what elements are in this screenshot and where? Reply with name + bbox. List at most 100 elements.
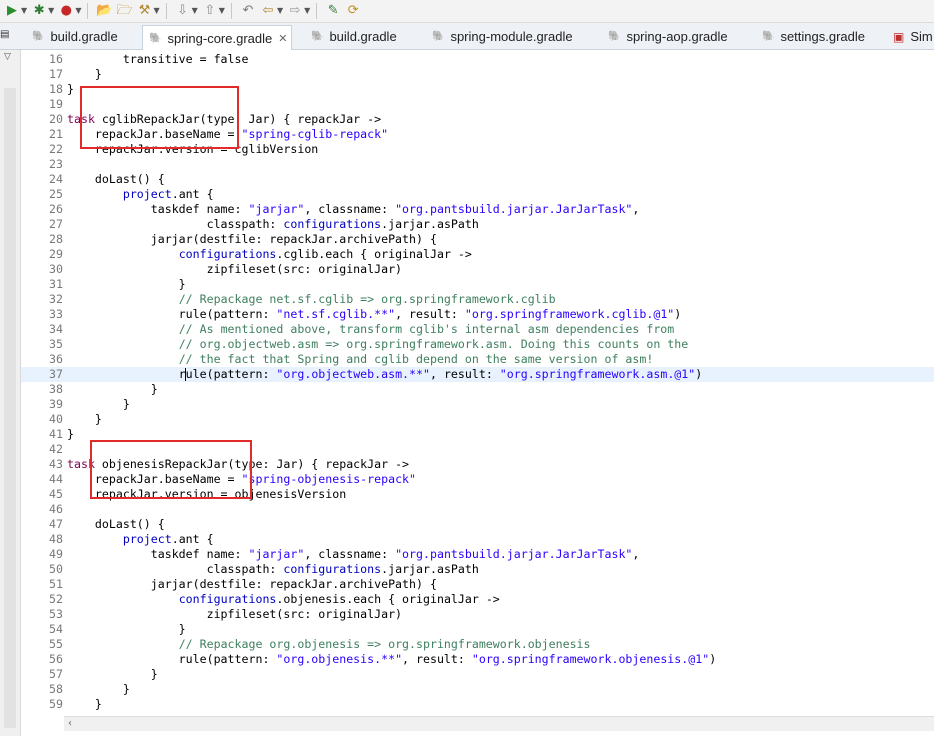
line-number: 59 — [49, 697, 63, 711]
code-text: } — [67, 622, 186, 637]
code-token: } — [67, 67, 102, 81]
dropdown-arrow-icon[interactable]: ▼ — [75, 2, 81, 20]
code-token: // the fact that Spring and cglib depend… — [178, 352, 654, 366]
dropdown-arrow-icon[interactable]: ▼ — [304, 2, 310, 20]
view-menu-icon[interactable]: ▤ — [0, 29, 9, 40]
debug-button[interactable]: ✱ ▼ — [31, 2, 55, 20]
code-text: // the fact that Spring and cglib depend… — [67, 352, 654, 367]
code-token: zipfileset(src: originalJar) — [67, 607, 403, 621]
code-token: classpath: — [67, 562, 284, 576]
run-button[interactable]: ▶ ▼ — [4, 2, 27, 20]
sync-button[interactable]: ⟳ — [345, 2, 361, 20]
code-text: } — [67, 277, 186, 292]
prev-annotation-button[interactable]: ⇧ ▼ — [202, 2, 225, 20]
line-number: 40 — [49, 412, 63, 426]
dropdown-arrow-icon[interactable]: ▼ — [48, 2, 54, 20]
code-token: jarjar(destfile: repackJar.archivePath) … — [67, 232, 437, 246]
code-token: } — [67, 277, 186, 291]
code-line: 23 — [21, 157, 934, 172]
code-text: // As mentioned above, transform cglib's… — [67, 322, 675, 337]
code-text: } — [67, 412, 102, 427]
dropdown-arrow-icon[interactable]: ▼ — [192, 2, 198, 20]
gradle-file-icon: 🐘 — [32, 31, 45, 42]
left-scrollbar[interactable] — [4, 88, 16, 728]
tab-label: spring-aop.gradle — [626, 29, 728, 44]
code-line: 17 } — [21, 67, 934, 82]
open-folder-button[interactable]: 📂 — [96, 2, 112, 20]
editor-tab[interactable]: 🐘 spring-core.gradle ✕ — [142, 25, 293, 50]
code-line: 48 project.ant { — [21, 532, 934, 547]
gradle-file-icon: 🐘 — [608, 31, 621, 42]
back-button[interactable]: ⇦ ▼ — [260, 2, 283, 20]
line-number: 19 — [49, 97, 63, 111]
code-line: 39 } — [21, 397, 934, 412]
code-text: // Repackage org.objenesis => org.spring… — [67, 637, 591, 652]
code-token: , classname: — [304, 547, 396, 561]
horizontal-scrollbar[interactable]: ‹ — [64, 716, 934, 731]
gradle-file-icon: 🐘 — [432, 31, 445, 42]
next-annotation-button[interactable]: ⇩ ▼ — [175, 2, 198, 20]
line-number: 55 — [49, 637, 63, 651]
gradle-file-icon: 🐘 — [762, 31, 775, 42]
editor-tab[interactable]: 🐘 spring-module.gradle — [432, 25, 573, 48]
tab-label: Sim — [910, 29, 933, 44]
code-text: jarjar(destfile: repackJar.archivePath) … — [67, 232, 437, 247]
code-token: "org.objenesis.**" — [276, 652, 403, 666]
code-line: 49 taskdef name: "jarjar", classname: "o… — [21, 547, 934, 562]
line-number: 37 — [49, 367, 63, 381]
sync-icon: ⟳ — [347, 3, 359, 18]
editor-tab[interactable]: 🐘 spring-aop.gradle — [608, 25, 728, 48]
open-project-button[interactable]: 🗁 — [116, 2, 132, 20]
code-text: // Repackage net.sf.cglib => org.springf… — [67, 292, 556, 307]
code-editor[interactable]: 16 transitive = false 17 } 18} 19 20 task cgl… — [21, 50, 934, 716]
code-token: r — [67, 367, 186, 381]
forward-button[interactable]: ⇨ ▼ — [287, 2, 311, 20]
code-token: ule(pattern: — [185, 367, 277, 381]
dropdown-arrow-icon[interactable]: ▼ — [153, 2, 159, 20]
code-text: zipfileset(src: originalJar) — [67, 607, 402, 622]
code-token: } — [67, 82, 74, 96]
code-token: } — [67, 667, 158, 681]
pin-editor-button[interactable]: ✎ — [325, 2, 341, 20]
prev-annotation-icon: ⇧ — [204, 3, 216, 18]
last-edit-button[interactable]: ↶ — [240, 2, 256, 20]
code-token: rule(pattern: — [67, 652, 277, 666]
dropdown-arrow-icon[interactable]: ▼ — [277, 2, 283, 20]
external-tools-button[interactable]: ● ▼ — [58, 2, 82, 20]
code-token: } — [67, 412, 102, 426]
editor-tab[interactable]: ▣ Sim — [893, 25, 933, 48]
editor-tab[interactable]: 🐘 build.gradle — [311, 25, 397, 48]
scroll-left-arrow-icon[interactable]: ‹ — [68, 717, 72, 731]
code-line: 36 // the fact that Spring and cglib dep… — [21, 352, 934, 367]
code-line: 53 zipfileset(src: originalJar) — [21, 607, 934, 622]
code-line: 31 } — [21, 277, 934, 292]
java-file-icon: ▣ — [893, 29, 905, 44]
code-token: } — [67, 697, 102, 711]
editor-tab[interactable]: 🐘 build.gradle — [32, 25, 118, 48]
close-tab-icon[interactable]: ✕ — [278, 32, 287, 45]
main-toolbar: ▶ ▼ ✱ ▼ ● ▼ 📂 🗁 ⚒ ▼ ⇩ ▼ ⇧ ▼ ↶ ⇦ ▼ ⇨ ▼ ✎ ⟳ — [0, 0, 934, 23]
code-token: // Repackage org.objenesis => org.spring… — [178, 637, 591, 651]
code-token: taskdef name: — [67, 202, 249, 216]
code-token: "org.springframework.objenesis.@1" — [471, 652, 710, 666]
code-text: } — [67, 667, 158, 682]
editor-tab[interactable]: 🐘 settings.gradle — [762, 25, 865, 48]
code-line: 24 doLast() { — [21, 172, 934, 187]
external-tools-icon: ● — [60, 3, 72, 18]
line-number: 46 — [49, 502, 63, 516]
annotation-box-cglib — [80, 86, 239, 149]
tools-button[interactable]: ⚒ ▼ — [136, 2, 160, 20]
dropdown-arrow-icon[interactable]: ▼ — [219, 2, 225, 20]
code-token: rule(pattern: — [67, 307, 277, 321]
toolbar-separator — [165, 3, 167, 19]
code-token: "net.sf.cglib.**" — [276, 307, 396, 321]
code-line: 40 } — [21, 412, 934, 427]
code-text: jarjar(destfile: repackJar.archivePath) … — [67, 577, 437, 592]
collapse-arrow-icon[interactable]: ▽ — [4, 52, 11, 62]
dropdown-arrow-icon[interactable]: ▼ — [21, 2, 27, 20]
code-line: 54 } — [21, 622, 934, 637]
code-token: // Repackage net.sf.cglib => org.springf… — [178, 292, 556, 306]
code-text: transitive = false — [67, 52, 249, 67]
